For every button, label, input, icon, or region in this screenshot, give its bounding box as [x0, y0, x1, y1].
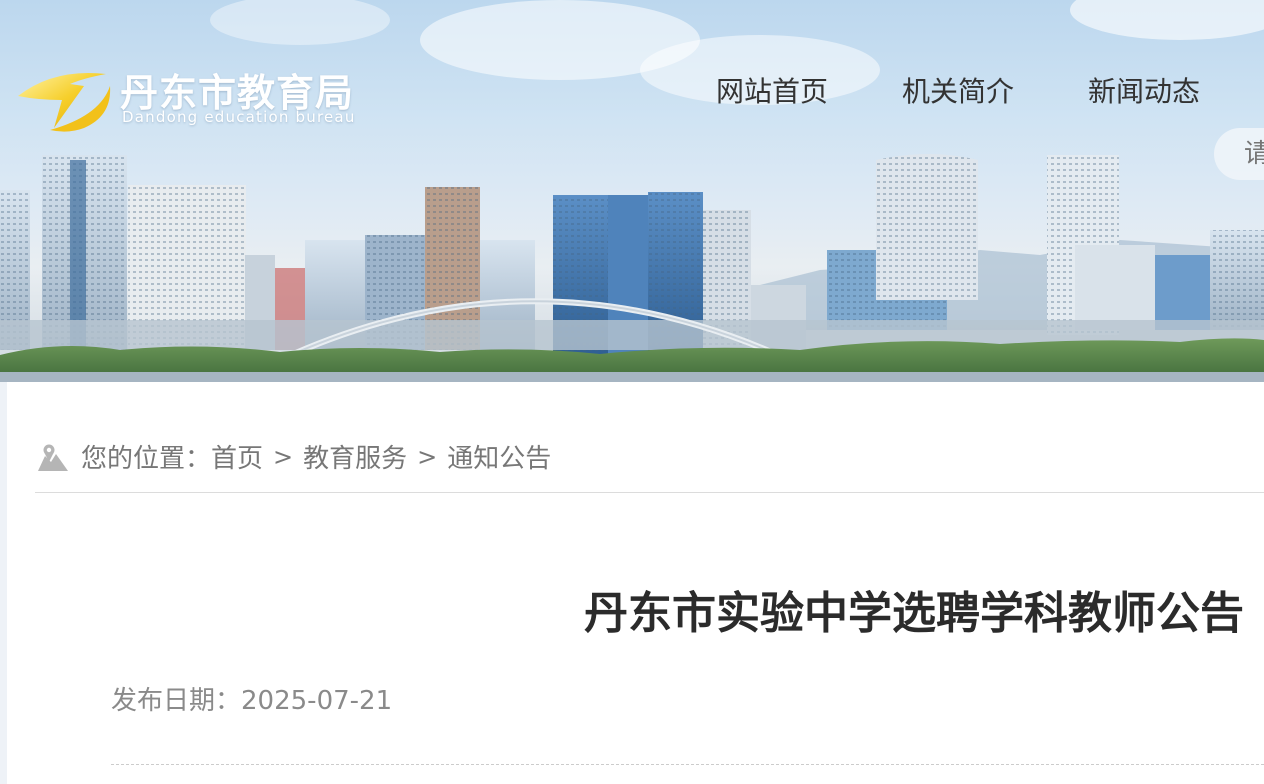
publish-date-label: 发布日期：	[111, 686, 242, 716]
content-card: 您的位置： 首页 > 教育服务 > 通知公告 丹东市实验中学选聘学科教师公告 发…	[7, 382, 1264, 784]
search-input[interactable]	[1214, 128, 1264, 180]
page: 丹东市教育局 Dandong education bureau 网站首页 机关简…	[0, 0, 1264, 784]
header-banner: 丹东市教育局 Dandong education bureau 网站首页 机关简…	[0, 0, 1264, 382]
site-logo[interactable]: 丹东市教育局 Dandong education bureau	[14, 62, 404, 136]
breadcrumb-home[interactable]: 首页	[211, 438, 263, 475]
dandong-education-logo-icon	[18, 72, 111, 132]
breadcrumb: 您的位置： 首页 > 教育服务 > 通知公告	[37, 438, 551, 475]
map-location-icon	[38, 444, 68, 471]
nav-item-news[interactable]: 新闻动态	[1088, 66, 1200, 114]
breadcrumb-separator: >	[417, 442, 438, 471]
publish-date: 发布日期：2025-07-21	[111, 680, 392, 717]
nav-item-home[interactable]: 网站首页	[716, 66, 828, 114]
logo-english-name: Dandong education bureau	[122, 108, 356, 126]
article-title: 丹东市实验中学选聘学科教师公告	[584, 588, 1244, 639]
breadcrumb-prefix: 您的位置：	[81, 444, 212, 474]
breadcrumb-notices[interactable]: 通知公告	[447, 438, 551, 475]
publish-date-value: 2025-07-21	[241, 686, 393, 716]
city-skyline-image	[0, 0, 1264, 382]
breadcrumb-education-services[interactable]: 教育服务	[303, 438, 407, 475]
nav-item-about[interactable]: 机关简介	[902, 66, 1014, 114]
breadcrumb-divider	[35, 492, 1264, 493]
breadcrumb-separator: >	[273, 442, 294, 471]
date-divider	[111, 764, 1264, 765]
